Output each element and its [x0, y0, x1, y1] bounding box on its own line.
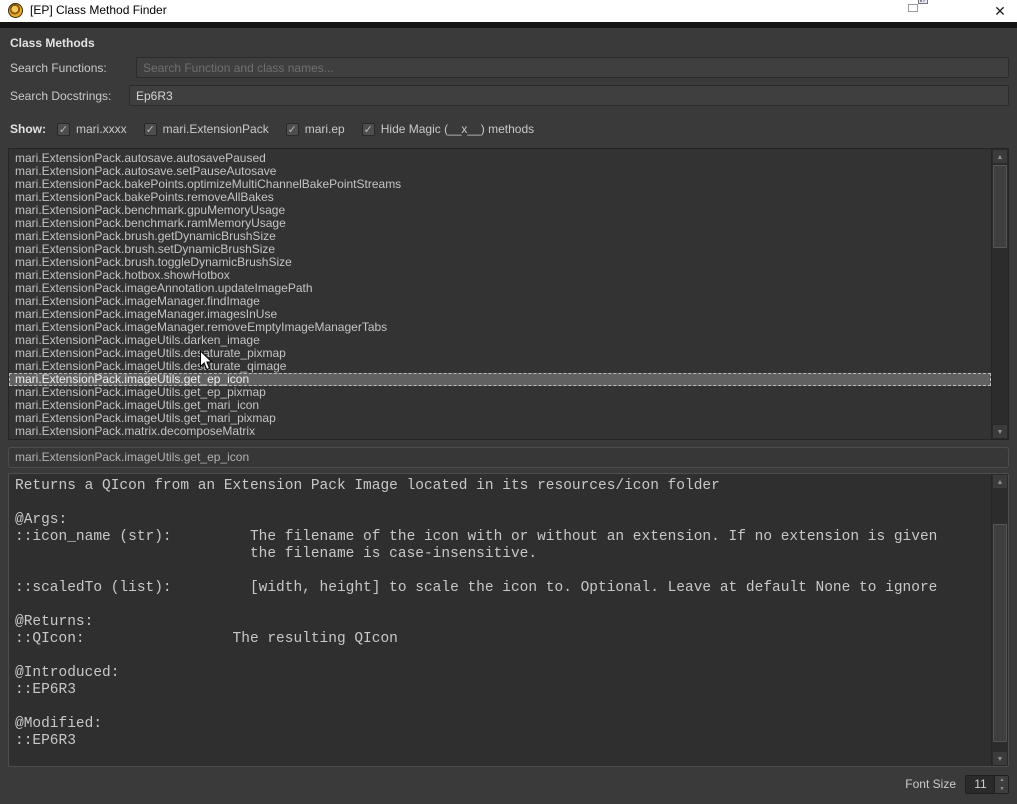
spin-down-button[interactable]: ▼: [995, 785, 1009, 793]
app-icon: [8, 3, 23, 18]
method-list-scrollbar[interactable]: ▲ ▼: [991, 149, 1008, 439]
docstring-scrollbar[interactable]: ▲ ▼: [991, 474, 1008, 766]
font-size-spinner[interactable]: 11 ▲ ▼: [965, 775, 1009, 794]
docstring-viewer[interactable]: Returns a QIcon from an Extension Pack I…: [8, 473, 1009, 767]
titlebar-separator: [0, 22, 1017, 28]
checkbox-mari-extensionpack[interactable]: ✓ mari.ExtensionPack: [144, 122, 269, 136]
app-window: [EP] Class Method Finder ✕ Class Methods…: [0, 0, 1017, 804]
checkbox-label: mari.ep: [305, 122, 345, 136]
scroll-up-icon: ▲: [997, 154, 1004, 161]
spinner-buttons: ▲ ▼: [994, 776, 1008, 793]
show-label: Show:: [10, 122, 46, 136]
close-button[interactable]: ✕: [989, 1, 1011, 21]
spin-up-icon: ▲: [1000, 777, 1005, 783]
scroll-up-button[interactable]: ▲: [992, 149, 1008, 164]
checkbox-hide-magic-methods[interactable]: ✓ Hide Magic (__x__) methods: [362, 122, 534, 136]
checkbox-checked-icon[interactable]: ✓: [57, 123, 70, 136]
scroll-down-button[interactable]: ▼: [992, 424, 1008, 439]
close-icon: ✕: [994, 3, 1006, 19]
checkbox-checked-icon[interactable]: ✓: [286, 123, 299, 136]
checkbox-label: Hide Magic (__x__) methods: [381, 122, 534, 136]
filter-row: Show: ✓ mari.xxxx ✓ mari.ExtensionPack ✓…: [10, 121, 551, 137]
scroll-down-icon: ▼: [997, 429, 1004, 436]
dock-window-button[interactable]: [918, 4, 940, 18]
titlebar[interactable]: [EP] Class Method Finder ✕: [0, 0, 1017, 22]
spin-down-icon: ▼: [1000, 786, 1005, 792]
window-title: [EP] Class Method Finder: [30, 3, 167, 17]
spin-up-button[interactable]: ▲: [995, 776, 1009, 784]
font-size-label: Font Size: [905, 777, 956, 791]
search-functions-label: Search Functions:: [10, 61, 107, 75]
method-list-rows: mari.ExtensionPack.autosave.autosavePaus…: [9, 149, 991, 439]
scroll-up-button[interactable]: ▲: [992, 474, 1008, 489]
scroll-down-icon: ▼: [997, 756, 1004, 763]
font-size-value[interactable]: 11: [966, 776, 995, 793]
checkbox-mari-xxxx[interactable]: ✓ mari.xxxx: [57, 122, 127, 136]
checkbox-label: mari.ExtensionPack: [163, 122, 269, 136]
search-docstrings-input[interactable]: [129, 85, 1009, 106]
scroll-down-button[interactable]: ▼: [992, 751, 1008, 766]
method-list-item[interactable]: mari.ExtensionPack.matrix.decomposeMatri…: [9, 438, 991, 439]
section-title: Class Methods: [10, 36, 95, 50]
search-functions-input[interactable]: [136, 57, 1009, 78]
checkbox-checked-icon[interactable]: ✓: [144, 123, 157, 136]
search-docstrings-label: Search Docstrings:: [10, 89, 111, 103]
scrollbar-thumb[interactable]: [993, 165, 1007, 248]
checkbox-mari-ep[interactable]: ✓ mari.ep: [286, 122, 345, 136]
checkbox-label: mari.xxxx: [76, 122, 127, 136]
footer: Font Size 11 ▲ ▼: [905, 774, 1009, 794]
method-list[interactable]: mari.ExtensionPack.autosave.autosavePaus…: [8, 148, 1009, 440]
scroll-up-icon: ▲: [997, 479, 1004, 486]
checkbox-checked-icon[interactable]: ✓: [362, 123, 375, 136]
scrollbar-thumb[interactable]: [993, 524, 1007, 742]
selected-method-field[interactable]: mari.ExtensionPack.imageUtils.get_ep_ico…: [8, 447, 1009, 468]
docstring-text: Returns a QIcon from an Extension Pack I…: [9, 474, 991, 750]
